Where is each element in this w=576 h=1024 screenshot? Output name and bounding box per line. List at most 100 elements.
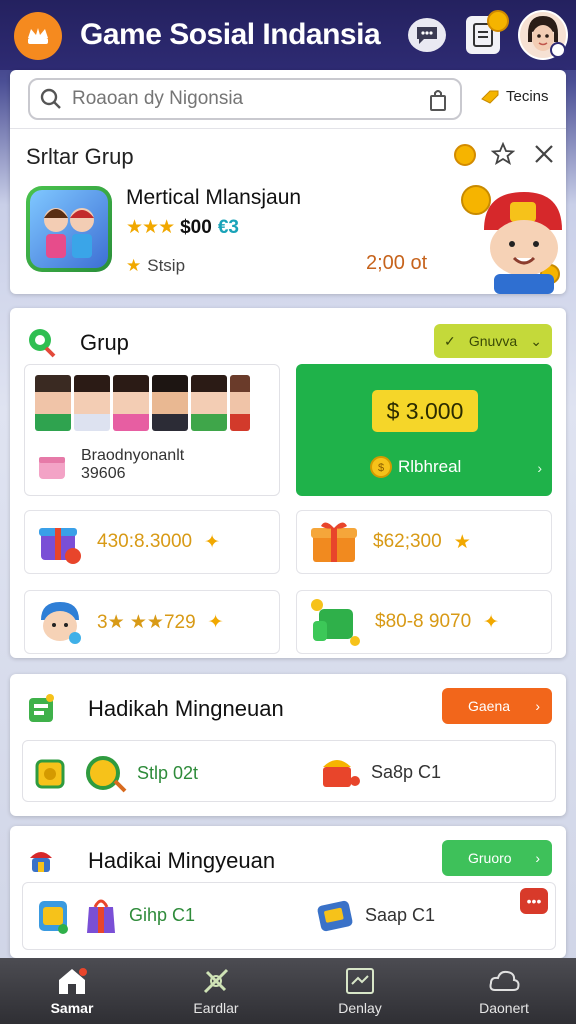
reward-item[interactable]: 3★ ★★729 ✦ <box>24 590 280 654</box>
weekly-title: Hadikah Mingneuan <box>88 696 284 721</box>
chart-icon <box>346 968 374 994</box>
weekly-reward-card: Hadikai Mingyeuan Gruoro › Gihp C1 Saap … <box>10 826 566 958</box>
reward-item[interactable]: 430:8.3000 ✦ <box>24 510 280 574</box>
chat-button[interactable] <box>408 18 446 52</box>
featured-card: Tecins Srltar Grup Mertical Mlansjaun ★★… <box>10 70 566 294</box>
weekly-title: Hadikai Mingyeuan <box>88 848 276 873</box>
app-logo-button[interactable] <box>14 12 62 60</box>
member-photo <box>230 375 250 431</box>
rating-stars: ★★★ <box>126 217 175 238</box>
group-pin-icon <box>29 329 56 358</box>
character-head-icon <box>41 602 81 644</box>
reward-item[interactable]: $62;300 ★ <box>296 510 552 574</box>
balance-amount: $ 3.000 <box>372 390 478 432</box>
weekly-item[interactable]: Stlp 02t <box>33 751 198 795</box>
app-title: Game Sosial Indansia <box>80 18 381 51</box>
coin-tag-icon <box>35 759 65 789</box>
close-icon[interactable] <box>533 143 555 165</box>
coin-icon: $ <box>370 456 392 478</box>
group-title: Grup <box>80 330 129 355</box>
ticket-icon <box>317 900 353 932</box>
reward-value: $62;300 <box>373 531 442 552</box>
featured-section-title: Srltar Grup <box>26 144 134 169</box>
game-thumbnail[interactable] <box>26 186 112 272</box>
reward-value: 430:8.3000 <box>97 531 193 552</box>
search-input[interactable] <box>72 88 412 110</box>
member-photo <box>152 375 188 431</box>
favorite-star-icon[interactable] <box>491 142 515 166</box>
coin-icon <box>454 144 476 166</box>
group-card: Grup ✓ Gnuvva ⌄ Braodnyonanlt 39606 $ 3.… <box>10 308 566 658</box>
nav-more[interactable]: Daonert <box>432 958 576 1024</box>
nav-activity[interactable]: Denlay <box>288 958 432 1024</box>
filter-button[interactable]: Tecins <box>480 88 549 105</box>
group-dropdown-label: Gnuvva <box>468 333 518 349</box>
weekly-item[interactable]: Sa8p C1 <box>319 751 441 793</box>
phone-card-icon <box>39 901 68 934</box>
game-name: Mertical Mlansjaun <box>126 186 302 209</box>
home-icon <box>59 968 87 994</box>
gift-box-icon <box>39 457 65 479</box>
group-balance-box[interactable]: $ 3.000 $ Rlbhreal › <box>296 364 552 496</box>
reward-item[interactable]: $80-8 9070 ✦ <box>296 590 552 654</box>
search-icon <box>40 88 61 109</box>
member-photo <box>191 375 227 431</box>
nav-label: Denlay <box>338 1000 382 1016</box>
search-bar[interactable] <box>28 78 462 120</box>
medal-icon <box>86 756 127 793</box>
game-price-alt: €3 <box>217 216 239 238</box>
coin-pile-icon: ✦ <box>207 611 224 633</box>
coin-pile-icon: ✦ <box>483 611 500 633</box>
bottom-navigation: Samar Eardlar Denlay Daonert <box>0 958 576 1024</box>
chat-bubble-icon <box>417 27 437 44</box>
reward-value: $80-8 9070 <box>375 611 472 632</box>
online-badge <box>550 42 566 58</box>
member-photo <box>35 375 71 431</box>
weekly-item[interactable]: Saap C1 <box>313 893 435 937</box>
small-star-icon: ★ <box>126 256 142 275</box>
gift-bag-icon <box>87 899 115 933</box>
chat-notification-icon[interactable]: ••• <box>520 888 548 914</box>
group-name: Braodnyonanlt <box>81 447 185 464</box>
weekly-items-row: Gihp C1 Saap C1 <box>22 882 556 950</box>
member-photo <box>113 375 149 431</box>
weekly-action-button[interactable]: Gaena › <box>442 688 552 724</box>
check-icon: ✓ <box>444 332 456 349</box>
star-icon: ★ <box>453 531 471 553</box>
chevron-down-icon: ⌄ <box>530 332 542 349</box>
game-time: 2;00 ot <box>366 252 428 274</box>
shopping-bag-icon[interactable] <box>428 88 448 112</box>
treasure-chest-icon <box>323 760 360 787</box>
coin-icon <box>487 10 509 32</box>
tag-icon <box>481 90 499 104</box>
kids-characters-icon <box>44 208 94 258</box>
gift-box-icon <box>39 528 81 564</box>
treasure-box-icon <box>311 522 357 562</box>
chevron-right-icon: › <box>535 698 540 714</box>
chevron-right-icon: › <box>535 850 540 866</box>
coin-pile-icon: ✦ <box>204 531 221 553</box>
weekly-item-label: Sa8p C1 <box>371 761 442 782</box>
game-rating-row: ★★★ $00 €3 <box>126 216 239 239</box>
game-price: $00 <box>180 216 212 238</box>
filter-label: Tecins <box>506 88 549 105</box>
group-members-box[interactable]: Braodnyonanlt 39606 <box>24 364 280 496</box>
calendar-icon <box>29 694 54 722</box>
balance-label: Rlbhreal <box>398 457 462 476</box>
weekly-reward-card: Hadikah Mingneuan Gaena › Stlp 02t Sa8p … <box>10 674 566 816</box>
weekly-items-row: Stlp 02t Sa8p C1 <box>22 740 556 802</box>
explore-icon <box>203 968 229 994</box>
nav-label: Samar <box>50 1000 94 1016</box>
weekly-item[interactable]: Gihp C1 <box>33 893 195 937</box>
mascot-character-icon <box>461 185 562 294</box>
member-photo <box>74 375 110 431</box>
reward-value: 3★ ★★729 <box>97 611 196 633</box>
weekly-item-label: Gihp C1 <box>129 904 196 925</box>
cloud-icon <box>489 970 520 991</box>
group-filter-dropdown[interactable]: ✓ Gnuvva ⌄ <box>434 324 552 358</box>
crown-icon <box>28 28 48 44</box>
nav-home[interactable]: Samar <box>0 958 144 1024</box>
weekly-action-button[interactable]: Gruoro › <box>442 840 552 876</box>
game-thumbnail-art <box>30 190 108 268</box>
nav-explore[interactable]: Eardlar <box>144 958 288 1024</box>
